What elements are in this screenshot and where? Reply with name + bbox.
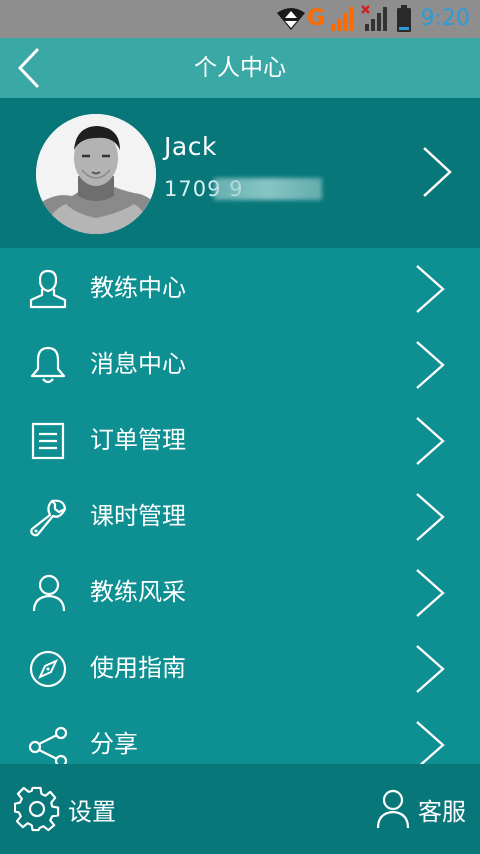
- compass-icon: [29, 650, 67, 688]
- bottom-bar: 设置 客服: [0, 764, 480, 854]
- battery-icon: [397, 5, 411, 32]
- user-name: Jack: [164, 132, 217, 161]
- menu-item-order-management[interactable]: 订单管理: [0, 402, 480, 478]
- menu-item-label: 消息中心: [90, 350, 186, 378]
- chevron-right-icon: [416, 645, 445, 693]
- chevron-right-icon[interactable]: [420, 146, 454, 198]
- settings-button[interactable]: 设置: [14, 786, 116, 832]
- chevron-right-icon: [416, 341, 445, 389]
- customer-service-button[interactable]: 客服: [376, 786, 466, 832]
- menu-item-label: 课时管理: [90, 502, 186, 530]
- document-icon: [31, 422, 65, 460]
- menu-item-coach-showcase[interactable]: 教练风采: [0, 554, 480, 630]
- person-icon: [32, 574, 66, 612]
- wifi-icon: [277, 8, 305, 30]
- menu-item-user-guide[interactable]: 使用指南: [0, 630, 480, 706]
- menu-item-label: 订单管理: [90, 426, 186, 454]
- person-icon: [376, 789, 410, 829]
- no-signal-icon: [361, 5, 387, 31]
- chevron-right-icon: [416, 417, 445, 465]
- signal-icon: [331, 7, 353, 31]
- status-bar: G 9:20: [0, 0, 480, 38]
- wrench-icon: [30, 499, 67, 537]
- profile-card[interactable]: Jack 1709 9: [0, 98, 480, 248]
- chevron-right-icon: [416, 493, 445, 541]
- chevron-right-icon: [416, 569, 445, 617]
- phone-redaction: [214, 178, 322, 200]
- status-time: 9:20: [420, 6, 470, 31]
- gear-icon: [14, 786, 60, 832]
- share-icon: [28, 726, 68, 765]
- customer-service-label: 客服: [418, 797, 466, 826]
- page-title: 个人中心: [194, 55, 286, 81]
- chevron-left-icon: [17, 47, 40, 89]
- user-icon: [29, 269, 67, 309]
- settings-label: 设置: [68, 797, 116, 826]
- chevron-right-icon: [416, 721, 445, 769]
- back-button[interactable]: [12, 46, 52, 90]
- header: 个人中心: [0, 38, 480, 98]
- avatar[interactable]: [36, 114, 156, 234]
- menu-item-message-center[interactable]: 消息中心: [0, 326, 480, 402]
- menu-item-coach-center[interactable]: 教练中心: [0, 250, 480, 326]
- menu-item-label: 教练中心: [90, 274, 186, 302]
- menu-item-label: 使用指南: [90, 654, 186, 682]
- chevron-right-icon: [416, 265, 445, 313]
- menu-item-lesson-management[interactable]: 课时管理: [0, 478, 480, 554]
- menu-item-label: 教练风采: [90, 578, 186, 606]
- bell-icon: [30, 346, 66, 384]
- network-type-label: G: [307, 6, 326, 31]
